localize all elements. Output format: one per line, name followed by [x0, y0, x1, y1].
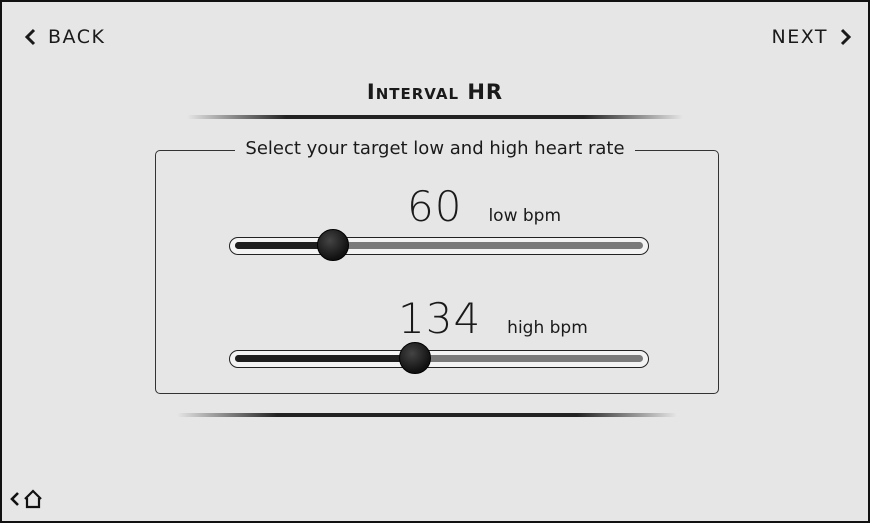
- high-bpm-value: 134: [398, 294, 482, 343]
- next-button[interactable]: NEXT: [771, 26, 852, 48]
- page-title: Interval HR: [366, 80, 504, 104]
- high-bpm-unit: high bpm: [507, 318, 588, 338]
- low-value-row: 60 low bpm: [407, 182, 561, 231]
- panel-legend-text: Select your target low and high heart ra…: [235, 138, 635, 159]
- panel-legend: Select your target low and high heart ra…: [2, 138, 868, 159]
- low-bpm-value: 60: [407, 182, 463, 231]
- chevron-right-icon: [840, 28, 852, 46]
- chevron-left-icon: [10, 491, 20, 511]
- high-bpm-slider[interactable]: [229, 342, 649, 374]
- slider-fill: [235, 355, 415, 362]
- screen: BACK NEXT Interval HR Select your target…: [0, 0, 870, 523]
- home-button[interactable]: [10, 488, 44, 514]
- title-divider: [187, 115, 683, 119]
- home-icon: [22, 488, 44, 514]
- back-button[interactable]: BACK: [24, 26, 105, 48]
- next-label: NEXT: [771, 26, 828, 48]
- chevron-left-icon: [24, 28, 36, 46]
- high-value-row: 134 high bpm: [398, 294, 588, 343]
- slider-thumb[interactable]: [398, 342, 431, 374]
- bottom-divider: [177, 413, 677, 417]
- back-label: BACK: [48, 26, 106, 48]
- low-bpm-slider[interactable]: [229, 229, 649, 261]
- slider-thumb[interactable]: [316, 229, 349, 261]
- low-bpm-unit: low bpm: [488, 206, 562, 226]
